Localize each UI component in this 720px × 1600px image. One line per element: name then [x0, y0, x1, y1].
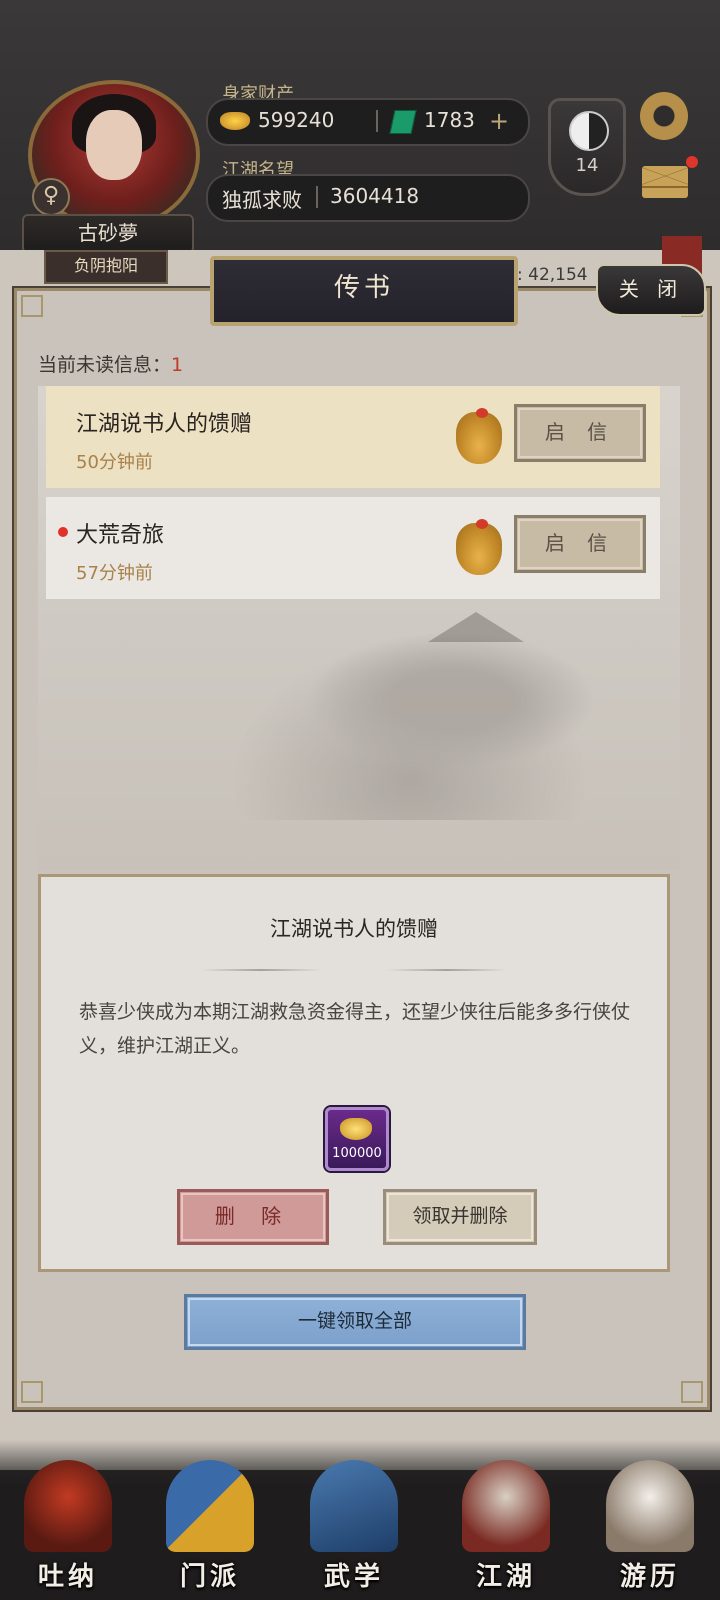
detail-title: 江湖说书人的馈赠: [270, 917, 438, 941]
wealth-bar: [206, 98, 530, 146]
avatar-face: [86, 110, 142, 180]
nav-jianghu[interactable]: 江湖: [452, 1460, 560, 1600]
rank-title: 独孤求败: [222, 188, 302, 212]
divider: [316, 186, 318, 208]
message-item[interactable]: 江湖说书人的馈赠 50分钟前 启 信: [46, 386, 660, 488]
horse-icon: [606, 1460, 694, 1552]
gift-bag-icon: [456, 412, 502, 464]
nav-label: 游历: [619, 1562, 680, 1592]
nav-breathing[interactable]: 吐纳: [14, 1460, 122, 1600]
nav-label: 吐纳: [37, 1562, 98, 1592]
gold-amount: 599240: [258, 108, 335, 132]
jade-amount: 1783: [424, 108, 475, 132]
unread-count: 1: [171, 354, 184, 376]
sect-flag-icon: [166, 1460, 254, 1552]
modal-title: 传书: [210, 256, 518, 326]
delete-button[interactable]: 删 除: [177, 1189, 329, 1245]
add-currency-icon[interactable]: +: [486, 108, 512, 134]
unread-count-label: 当前未读信息：1: [38, 350, 183, 377]
message-item[interactable]: 大荒奇旅 57分钟前 启 信: [46, 497, 660, 599]
bottom-nav: 吐纳 门派 武学 江湖 游历: [0, 1440, 720, 1600]
nav-travel[interactable]: 游历: [596, 1460, 704, 1600]
message-title: 大荒奇旅: [76, 523, 165, 548]
level-badge[interactable]: 14: [548, 98, 626, 196]
gold-ingot-icon: [220, 112, 250, 130]
ornament-divider: [201, 969, 321, 971]
gift-bag-icon: [456, 523, 502, 575]
nav-label: 门派: [179, 1562, 240, 1592]
mail-icon[interactable]: [642, 166, 688, 198]
player-name: 古砂夢: [22, 214, 194, 254]
nav-sect[interactable]: 门派: [156, 1460, 264, 1600]
book-icon: [310, 1460, 398, 1552]
gold-ingot-icon: [340, 1118, 372, 1140]
ink-painting-decoration: [200, 620, 620, 820]
unread-label: 当前未读信息：: [38, 354, 172, 376]
message-time: 57分钟前: [76, 563, 153, 584]
gear-icon[interactable]: [640, 92, 688, 140]
mail-flap: [642, 166, 688, 188]
female-gender-icon: ♀: [32, 178, 70, 216]
corner-ornament: [21, 295, 43, 317]
divider: [376, 110, 378, 132]
notification-dot: [686, 156, 698, 168]
close-button[interactable]: 关 闭: [596, 264, 706, 316]
reputation-value: 3604418: [330, 184, 420, 208]
bamboo-hat-icon: [462, 1460, 550, 1552]
message-time: 50分钟前: [76, 452, 153, 473]
message-title: 江湖说书人的馈赠: [76, 412, 253, 437]
nav-martial-arts[interactable]: 武学: [300, 1460, 408, 1600]
claim-all-button[interactable]: 一键领取全部: [184, 1294, 526, 1350]
corner-ornament: [21, 1381, 43, 1403]
corner-ornament: [681, 1381, 703, 1403]
nav-label: 江湖: [475, 1562, 536, 1592]
unread-dot: [58, 527, 68, 537]
gift-bag-tie: [476, 408, 488, 418]
claim-and-delete-button[interactable]: 领取并删除: [383, 1189, 537, 1245]
meditation-icon: [24, 1460, 112, 1552]
level-number: 14: [575, 155, 599, 176]
open-letter-button[interactable]: 启 信: [514, 515, 646, 573]
gift-bag-tie: [476, 519, 488, 529]
ornament-divider: [387, 969, 507, 971]
message-detail-panel: 江湖说书人的馈赠 恭喜少侠成为本期江湖救急资金得主，还望少侠往后能多多行侠仗义，…: [38, 874, 670, 1272]
detail-body: 恭喜少侠成为本期江湖救急资金得主，还望少侠往后能多多行侠仗义，维护江湖正义。: [79, 1001, 631, 1057]
reward-item[interactable]: 100000: [325, 1107, 389, 1171]
open-letter-button[interactable]: 启 信: [514, 404, 646, 462]
nav-label: 武学: [323, 1562, 384, 1592]
player-title: 负阴抱阳: [44, 250, 168, 284]
reward-amount: 100000: [332, 1146, 382, 1161]
taiji-icon: [569, 111, 609, 151]
